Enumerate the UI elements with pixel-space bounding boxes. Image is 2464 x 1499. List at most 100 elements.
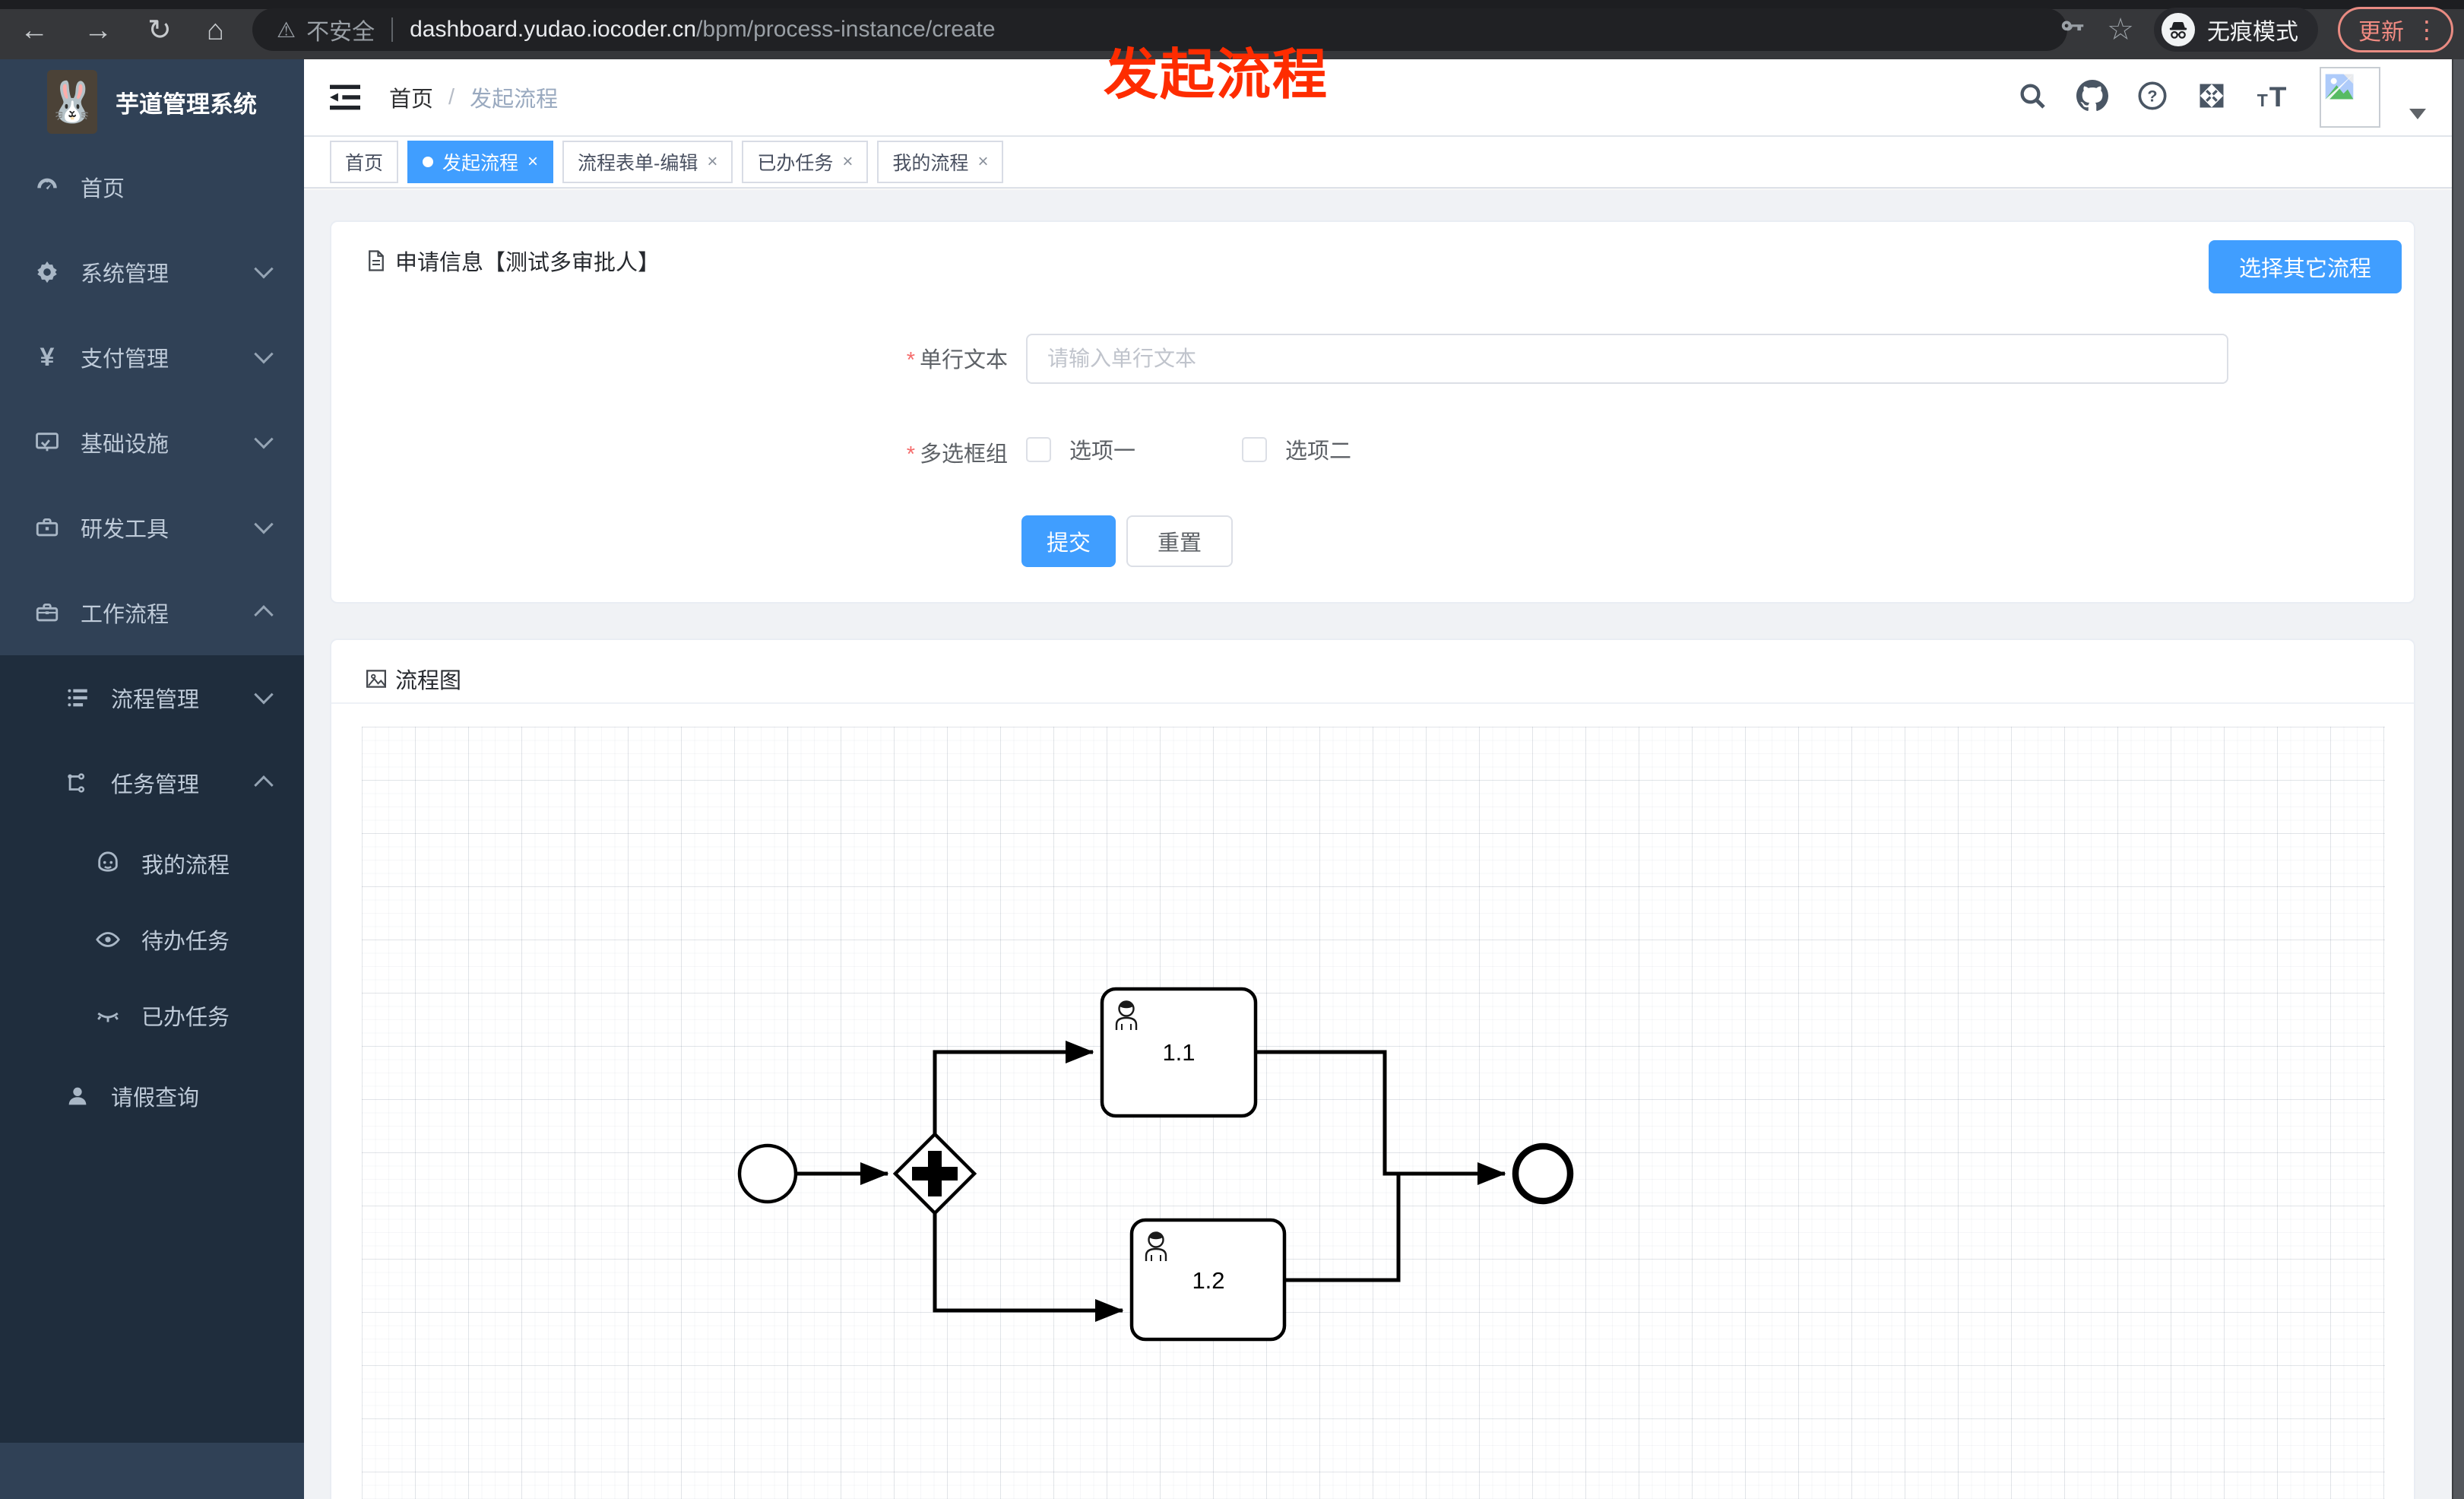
- avatar-caret-icon[interactable]: [2409, 109, 2426, 119]
- fullscreen-icon[interactable]: [2196, 81, 2227, 115]
- sidebar-item-label: 系统管理: [81, 262, 169, 287]
- breadcrumb-home[interactable]: 首页: [389, 81, 433, 113]
- bpmn-end-event[interactable]: [1512, 1142, 1574, 1205]
- document-icon: [369, 250, 384, 271]
- close-icon[interactable]: ×: [527, 151, 538, 173]
- flow-gateway-to-task1: [933, 1041, 1094, 1134]
- sidebar-item-todo-tasks[interactable]: 待办任务: [0, 902, 304, 978]
- bpmn-user-task-1-1[interactable]: 1.1: [1100, 987, 1258, 1118]
- incognito-badge: 无痕模式: [2154, 8, 2318, 52]
- sidebar-item-infra[interactable]: 基础设施: [0, 400, 304, 485]
- tab-my-process[interactable]: 我的流程 ×: [877, 141, 1004, 183]
- apply-info-title: 申请信息【测试多审批人】: [365, 245, 660, 277]
- tab-label: 流程表单-编辑: [578, 153, 698, 174]
- chrome-update-button[interactable]: 更新 ⋮: [2338, 7, 2453, 52]
- briefcase-icon: [30, 600, 64, 626]
- browser-back-icon[interactable]: ←: [20, 16, 49, 45]
- not-secure-label: 不安全: [306, 20, 375, 45]
- yen-icon: ¥: [40, 342, 55, 372]
- checkbox-option-2-label[interactable]: 选项二: [1285, 433, 1351, 465]
- tab-create-process[interactable]: 发起流程 ×: [407, 141, 554, 183]
- page-scrollbar[interactable]: [2452, 59, 2464, 1499]
- sidebar-item-label: 支付管理: [81, 347, 169, 372]
- browser-forward-icon[interactable]: →: [84, 16, 112, 45]
- bpmn-user-task-1-2[interactable]: 1.2: [1129, 1218, 1287, 1342]
- breadcrumb: 首页 / 发起流程: [389, 59, 558, 135]
- diagram-title: 流程图: [365, 663, 461, 695]
- sidebar-item-task-mgmt[interactable]: 任务管理: [0, 740, 304, 826]
- sidebar-item-system[interactable]: 系统管理: [0, 230, 304, 315]
- checkbox-option-1[interactable]: [1026, 436, 1051, 462]
- flow-task1-to-end: [1256, 1050, 1506, 1185]
- checkbox-option-1-label[interactable]: 选项一: [1069, 433, 1135, 465]
- bpmn-canvas[interactable]: 1.1 1.2: [362, 727, 2385, 1499]
- sidebar-item-my-process[interactable]: 我的流程: [0, 826, 304, 902]
- sidebar-filler: [0, 1139, 304, 1443]
- flow-task2-join: [1284, 1175, 1401, 1282]
- chevron-down-icon: [254, 429, 274, 449]
- app-logo[interactable]: 🐰 芋道管理系统: [0, 59, 304, 144]
- browser-menu-icon[interactable]: ⋮: [2415, 17, 2439, 42]
- search-icon[interactable]: [2017, 81, 2048, 115]
- update-label: 更新: [2358, 20, 2404, 45]
- sidebar-item-leave-query[interactable]: 请假查询: [0, 1054, 304, 1139]
- sidebar-item-done-tasks[interactable]: 已办任务: [0, 978, 304, 1054]
- breadcrumb-current: 发起流程: [470, 87, 559, 112]
- apply-info-title-text: 申请信息【测试多审批人】: [395, 251, 660, 275]
- diagram-title-text: 流程图: [395, 669, 462, 693]
- tab-home[interactable]: 首页: [330, 141, 399, 183]
- active-dot-icon: [423, 157, 434, 167]
- checkbox-option-2[interactable]: [1242, 436, 1268, 462]
- eye-icon: [91, 927, 125, 952]
- tab-done-tasks[interactable]: 已办任务 ×: [742, 141, 869, 183]
- robot-icon: [91, 851, 125, 876]
- close-icon[interactable]: ×: [977, 151, 988, 173]
- bpmn-diagram: 1.1 1.2: [737, 987, 1574, 1342]
- tree-icon: [61, 770, 94, 796]
- help-icon[interactable]: ?: [2137, 81, 2168, 115]
- flow-gateway-to-task2: [933, 1213, 1124, 1322]
- sidebar-item-label: 基础设施: [81, 433, 169, 457]
- browser-home-icon[interactable]: ⌂: [207, 16, 224, 45]
- sidebar-item-label: 工作流程: [81, 603, 169, 627]
- submit-button[interactable]: 提交: [1021, 515, 1116, 567]
- reset-button[interactable]: 重置: [1126, 515, 1233, 567]
- checkbox-group-label: * 多选框组: [906, 442, 1008, 467]
- font-size-icon[interactable]: TT: [2256, 81, 2291, 115]
- single-line-text-input[interactable]: [1026, 334, 2228, 384]
- tab-form-edit[interactable]: 流程表单-编辑 ×: [562, 141, 733, 183]
- svg-text:?: ?: [2147, 86, 2157, 105]
- workflow-submenu: 流程管理 任务管理 我的流程 待办任务 已办任务 请假查询: [0, 655, 304, 1443]
- close-icon[interactable]: ×: [842, 151, 853, 173]
- incognito-icon: [2162, 13, 2195, 46]
- app-header: 首页 / 发起流程 ? TT: [304, 59, 2464, 137]
- not-secure-icon: ⚠: [277, 17, 296, 42]
- sidebar-item-label: 首页: [81, 177, 125, 201]
- sidebar-item-workflow[interactable]: 工作流程: [0, 570, 304, 655]
- sidebar: 🐰 芋道管理系统 首页 系统管理 ¥ 支付管理 基础设施 研发工具 工作流程 流…: [0, 59, 304, 1499]
- sidebar-item-label: 待办任务: [141, 930, 230, 954]
- browser-reload-icon[interactable]: ↻: [147, 16, 172, 45]
- tab-label: 我的流程: [892, 153, 969, 174]
- picture-icon: [366, 670, 386, 688]
- dashboard-icon: [30, 174, 64, 200]
- sidebar-item-payment[interactable]: ¥ 支付管理: [0, 315, 304, 400]
- sidebar-item-devtools[interactable]: 研发工具: [0, 485, 304, 570]
- gear-icon: [30, 259, 64, 285]
- monitor-icon: [30, 429, 64, 455]
- avatar[interactable]: [2320, 67, 2380, 128]
- sidebar-item-home[interactable]: 首页: [0, 144, 304, 230]
- sidebar-item-process-mgmt[interactable]: 流程管理: [0, 655, 304, 740]
- password-key-icon[interactable]: [2058, 14, 2087, 46]
- bookmark-star-icon[interactable]: ☆: [2107, 12, 2134, 47]
- url-divider: [391, 17, 394, 42]
- choose-other-process-button[interactable]: 选择其它流程: [2209, 240, 2402, 293]
- chevron-down-icon: [254, 685, 274, 705]
- bpmn-start-event[interactable]: [737, 1143, 798, 1204]
- sidebar-collapse-icon[interactable]: [328, 82, 362, 116]
- github-icon[interactable]: [2076, 79, 2108, 116]
- bpmn-parallel-gateway[interactable]: [892, 1131, 977, 1216]
- required-mark: *: [906, 442, 915, 467]
- close-icon[interactable]: ×: [707, 151, 717, 173]
- url-path: /bpm/process-instance/create: [696, 17, 996, 42]
